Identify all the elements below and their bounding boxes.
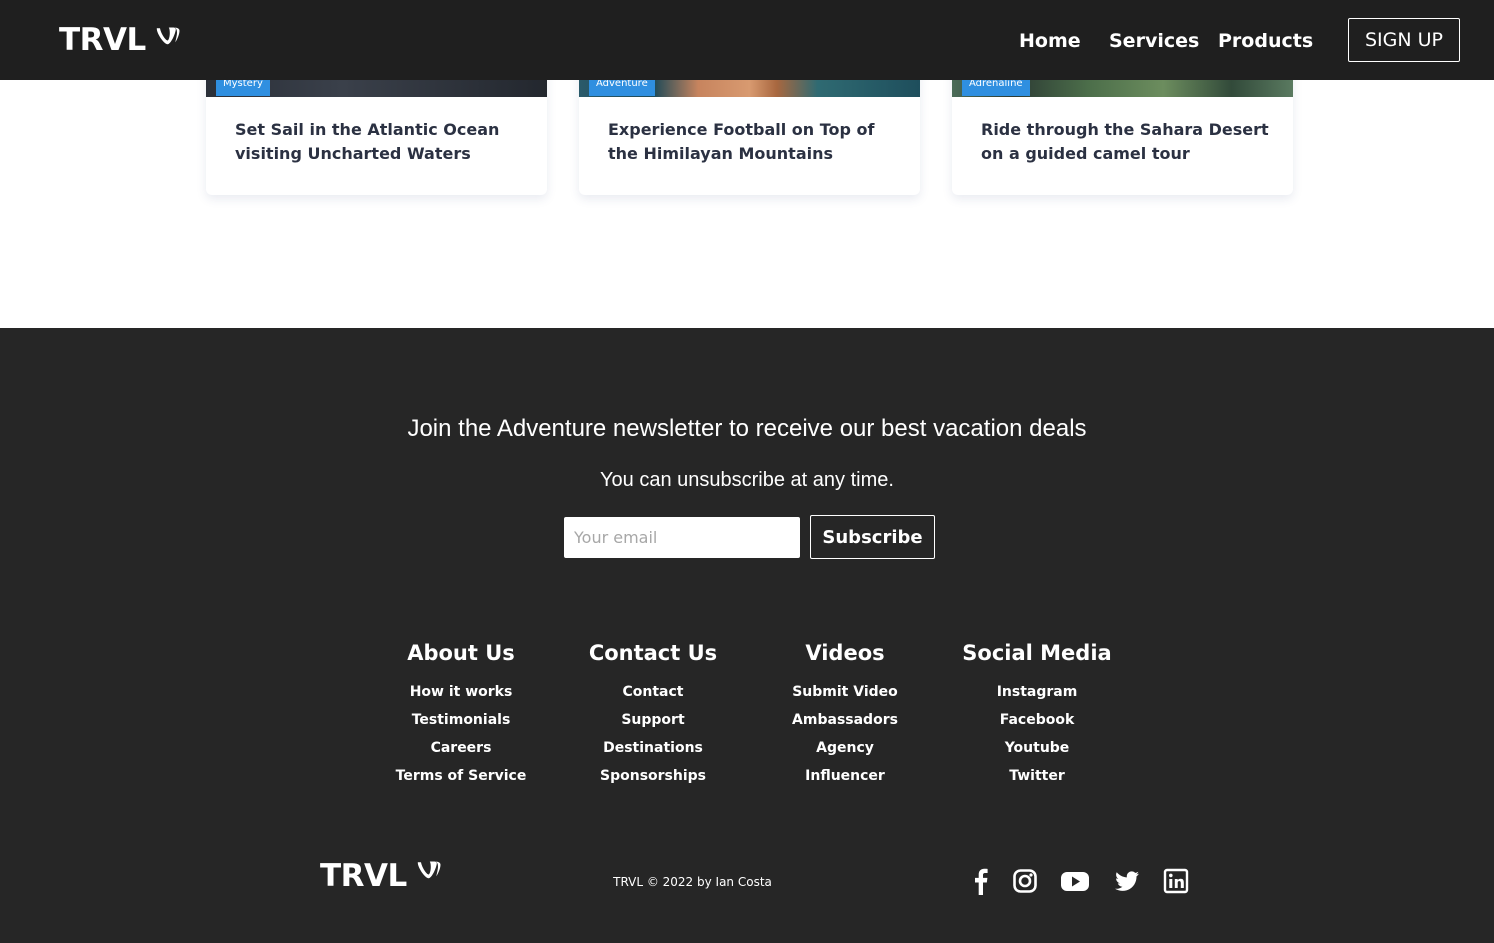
footer-link-instagram[interactable]: Instagram [997,684,1078,700]
nav-link-services[interactable]: Services [1109,28,1199,54]
footer-link-list: Contact Support Destinations Sponsorship… [557,680,749,792]
footer-column-heading: Videos [805,641,885,665]
copyright-text: TRVL © 2022 by Ian Costa [613,875,772,889]
card-title: Ride through the Sahara Desert on a guid… [981,120,1269,163]
footer-column-heading: Contact Us [588,641,718,665]
nav-link-products[interactable]: Products [1218,28,1313,54]
footer-link-support[interactable]: Support [621,712,684,728]
footer-link-facebook[interactable]: Facebook [1000,712,1075,728]
footer-link-testimonials[interactable]: Testimonials [412,712,511,728]
brand-logo[interactable]: TRVL [59,22,180,58]
site-footer: Join the Adventure newsletter to receive… [0,328,1494,943]
footer-column-videos: Videos Submit Video Ambassadors Agency I… [749,638,941,792]
footer-link-list: How it works Testimonials Careers Terms … [365,680,557,792]
footer-link-careers[interactable]: Careers [431,740,492,756]
footer-column-about: About Us How it works Testimonials Caree… [365,638,557,792]
footer-link-list: Instagram Facebook Youtube Twitter [941,680,1133,792]
footer-link-ambassadors[interactable]: Ambassadors [792,712,898,728]
youtube-icon[interactable] [1060,867,1090,899]
footer-link-agency[interactable]: Agency [816,740,874,756]
footer-link-contact[interactable]: Contact [623,684,684,700]
nav-link-home[interactable]: Home [1019,28,1081,54]
footer-link-submit-video[interactable]: Submit Video [792,684,898,700]
newsletter-subtext: You can unsubscribe at any time. [600,469,894,491]
trip-card-3[interactable]: Adrenaline Ride through the Sahara Deser… [952,60,1293,195]
logo-text: TRVL [59,22,146,58]
footer-link-influencer[interactable]: Influencer [805,768,885,784]
footer-link-twitter[interactable]: Twitter [1009,768,1065,784]
card-title: Experience Football on Top of the Himila… [608,120,875,163]
sign-up-button[interactable]: SIGN UP [1348,18,1460,62]
footer-link-how-it-works[interactable]: How it works [410,684,513,700]
footer-column-social: Social Media Instagram Facebook Youtube … [941,638,1133,792]
footer-column-contact: Contact Us Contact Support Destinations … [557,638,749,792]
subscribe-button[interactable]: Subscribe [810,515,935,559]
footer-column-heading: About Us [407,641,515,665]
trip-card-2[interactable]: Adventure Experience Football on Top of … [579,60,920,195]
logo-text: TRVL [320,858,407,894]
typo3-logo-icon [415,861,441,890]
typo3-logo-icon [154,27,180,56]
card-title: Set Sail in the Atlantic Ocean visiting … [235,120,500,163]
footer-link-list: Submit Video Ambassadors Agency Influenc… [749,680,941,792]
footer-brand-logo[interactable]: TRVL [320,858,441,894]
footer-column-heading: Social Media [962,641,1112,665]
top-navbar: TRVL Home Services Products SIGN UP [0,0,1494,80]
footer-link-destinations[interactable]: Destinations [603,740,703,756]
instagram-icon[interactable] [1012,867,1038,899]
twitter-icon[interactable] [1113,867,1141,899]
facebook-icon[interactable] [970,867,990,899]
footer-link-youtube[interactable]: Youtube [1005,740,1070,756]
footer-link-terms[interactable]: Terms of Service [396,768,527,784]
linkedin-icon[interactable] [1163,867,1189,899]
trip-card-1[interactable]: Mystery Set Sail in the Atlantic Ocean v… [206,60,547,195]
email-input[interactable] [564,517,800,558]
footer-link-sponsorships[interactable]: Sponsorships [600,768,706,784]
newsletter-heading: Join the Adventure newsletter to receive… [407,415,1087,442]
